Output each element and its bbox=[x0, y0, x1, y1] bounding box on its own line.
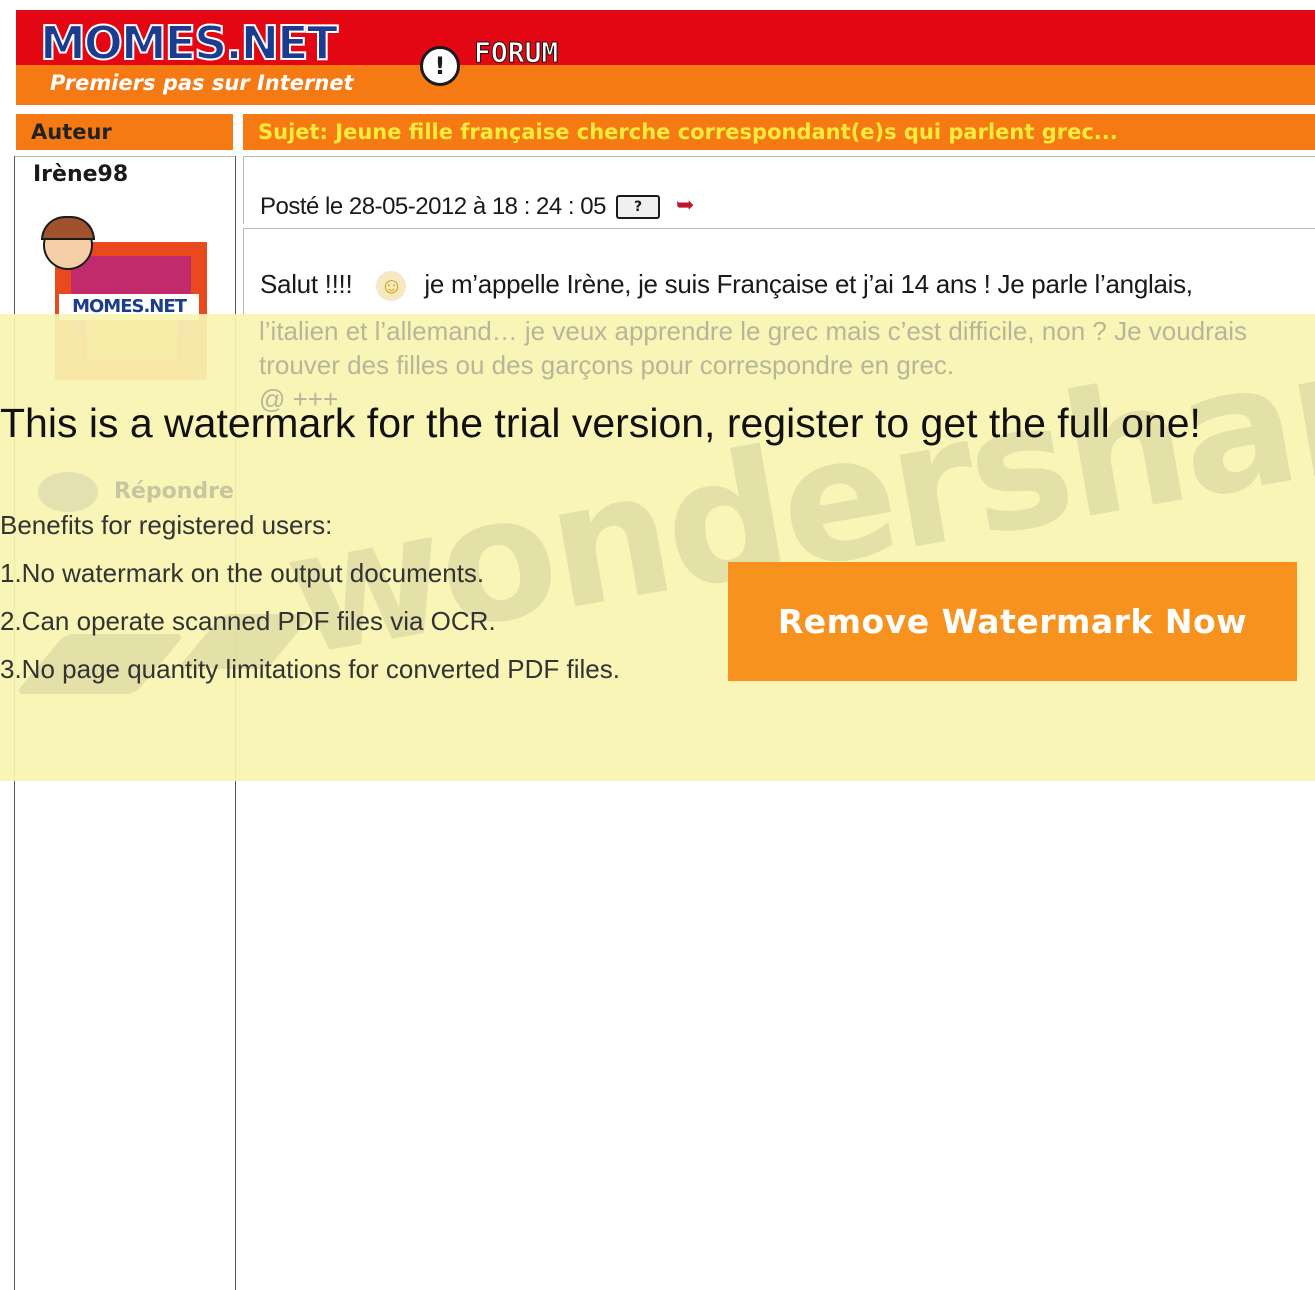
smiley-icon: ☺ bbox=[376, 271, 407, 302]
site-header: MOMES.NET Premiers pas sur Internet ! FO… bbox=[16, 10, 1315, 105]
watermark-benefit-2: 2.Can operate scanned PDF files via OCR. bbox=[0, 606, 496, 636]
speech-bubble-icon bbox=[38, 472, 98, 512]
site-tagline: Premiers pas sur Internet bbox=[50, 71, 354, 95]
watermark-benefit-3: 3.No page quantity limitations for conve… bbox=[0, 654, 620, 684]
post-greeting: Salut !!!! bbox=[260, 269, 353, 299]
post-intro-text: je m’appelle Irène, je suis Française et… bbox=[424, 269, 1193, 299]
send-message-icon[interactable]: ➥ bbox=[676, 193, 712, 221]
remove-watermark-button[interactable]: Remove Watermark Now bbox=[728, 562, 1297, 681]
reply-label: Répondre bbox=[114, 479, 234, 504]
profile-card-icon[interactable]: ? bbox=[616, 195, 660, 219]
post-text-line-2: l’italien et l’allemand… je veux apprend… bbox=[259, 316, 1248, 346]
watermark-benefits-heading: Benefits for registered users: bbox=[0, 510, 333, 540]
trial-watermark-overlay: l’italien et l’allemand… je veux apprend… bbox=[0, 314, 1315, 781]
site-logo[interactable]: MOMES.NET bbox=[39, 17, 339, 69]
post-body: Salut !!!! ☺ je m’appelle Irène, je suis F… bbox=[243, 228, 1315, 318]
author-column-header: Auteur bbox=[16, 114, 233, 150]
forum-exclamation-icon: ! bbox=[420, 46, 460, 86]
author-panel-divider bbox=[15, 156, 235, 157]
reply-button[interactable]: Répondre bbox=[38, 472, 234, 512]
post-text-line-1: Salut !!!! ☺ je m’appelle Irène, je suis F… bbox=[260, 269, 1193, 302]
avatar-hair bbox=[41, 216, 95, 240]
post-date: Posté le 28-05-2012 à 18 : 24 : 05 bbox=[260, 193, 606, 220]
forum-section-label: FORUM bbox=[473, 36, 559, 70]
watermark-title: This is a watermark for the trial versio… bbox=[0, 400, 1201, 446]
subject-column-header: Sujet: Jeune fille française cherche cor… bbox=[243, 114, 1315, 150]
watermark-benefit-1: 1.No watermark on the output documents. bbox=[0, 558, 485, 588]
post-meta-row: Posté le 28-05-2012 à 18 : 24 : 05 ? ➥ bbox=[243, 156, 1315, 224]
author-username[interactable]: Irène98 bbox=[33, 162, 128, 187]
